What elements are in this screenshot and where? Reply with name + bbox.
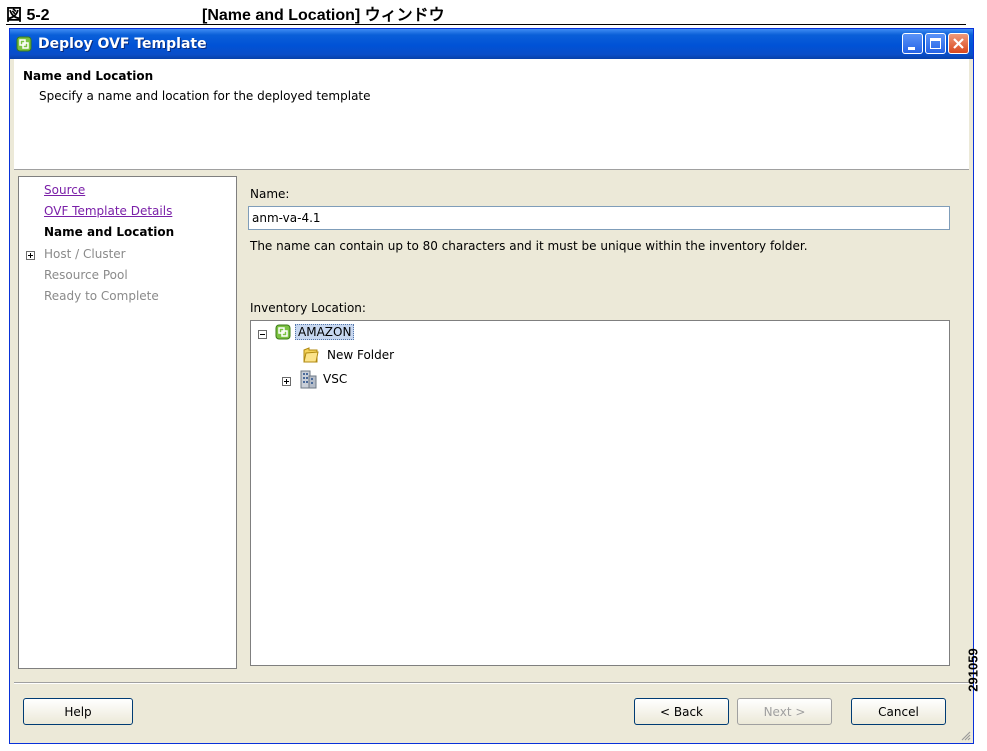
vsphere-app-icon bbox=[16, 36, 32, 52]
wizard-steps-pane: Source OVF Template Details Name and Loc… bbox=[18, 176, 237, 669]
tree-node-vsc[interactable]: VSC bbox=[299, 369, 347, 389]
footer-divider bbox=[14, 682, 969, 684]
header-title: Name and Location bbox=[23, 69, 154, 83]
title-bar[interactable]: Deploy OVF Template bbox=[10, 29, 973, 59]
inventory-location-label: Inventory Location: bbox=[250, 301, 366, 315]
step-ovf-template-details[interactable]: OVF Template Details bbox=[44, 204, 172, 218]
caption-rule bbox=[6, 24, 966, 25]
help-button-label: Help bbox=[64, 704, 92, 719]
expand-vsc-icon[interactable] bbox=[282, 377, 291, 386]
tree-node-amazon[interactable]: AMAZON bbox=[275, 324, 355, 340]
close-icon bbox=[953, 38, 964, 49]
minimize-icon bbox=[908, 47, 915, 50]
back-button[interactable]: < Back bbox=[634, 698, 729, 725]
figure-caption: 図 5-2 [Name and Location] ウィンドウ bbox=[6, 2, 956, 24]
wizard-header: Name and Location Specify a name and loc… bbox=[14, 59, 969, 170]
header-subtitle: Specify a name and location for the depl… bbox=[39, 89, 371, 103]
maximize-icon bbox=[930, 38, 941, 49]
close-button[interactable] bbox=[948, 33, 969, 54]
expand-host-cluster-icon[interactable] bbox=[26, 251, 35, 260]
minimize-button[interactable] bbox=[902, 33, 923, 54]
figure-id: 291059 bbox=[962, 600, 984, 740]
building-icon bbox=[300, 370, 317, 389]
next-button-label: Next > bbox=[763, 704, 806, 719]
name-label: Name: bbox=[250, 187, 290, 201]
figure-title: [Name and Location] ウィンドウ bbox=[202, 7, 445, 24]
cancel-button[interactable]: Cancel bbox=[851, 698, 946, 725]
deploy-ovf-window: Deploy OVF Template Name and Location Sp… bbox=[9, 28, 974, 744]
window-controls bbox=[902, 33, 969, 54]
inventory-tree[interactable]: AMAZON New Folder VSC bbox=[250, 320, 950, 666]
step-ready-to-complete: Ready to Complete bbox=[44, 289, 159, 303]
cancel-button-label: Cancel bbox=[878, 704, 919, 719]
name-input[interactable] bbox=[248, 206, 950, 230]
tree-node-amazon-label: AMAZON bbox=[295, 324, 355, 340]
tree-node-vsc-label: VSC bbox=[323, 372, 348, 386]
step-host-cluster: Host / Cluster bbox=[44, 247, 126, 261]
step-source[interactable]: Source bbox=[44, 183, 85, 197]
help-button[interactable]: Help bbox=[23, 698, 133, 725]
tree-node-new-folder[interactable]: New Folder bbox=[303, 346, 394, 364]
tree-node-new-folder-label: New Folder bbox=[327, 348, 395, 362]
maximize-button[interactable] bbox=[925, 33, 946, 54]
step-name-and-location: Name and Location bbox=[44, 225, 175, 239]
name-hint: The name can contain up to 80 characters… bbox=[250, 239, 808, 253]
figure-number-label: 図 5-2 bbox=[6, 7, 50, 24]
next-button[interactable]: Next > bbox=[737, 698, 832, 725]
datacenter-icon bbox=[275, 324, 291, 340]
figure-id-label: 291059 bbox=[965, 648, 981, 692]
back-button-label: < Back bbox=[659, 704, 703, 719]
collapse-amazon-icon[interactable] bbox=[258, 330, 267, 339]
folder-icon bbox=[303, 347, 319, 363]
window-title: Deploy OVF Template bbox=[38, 36, 207, 52]
step-resource-pool: Resource Pool bbox=[44, 268, 128, 282]
